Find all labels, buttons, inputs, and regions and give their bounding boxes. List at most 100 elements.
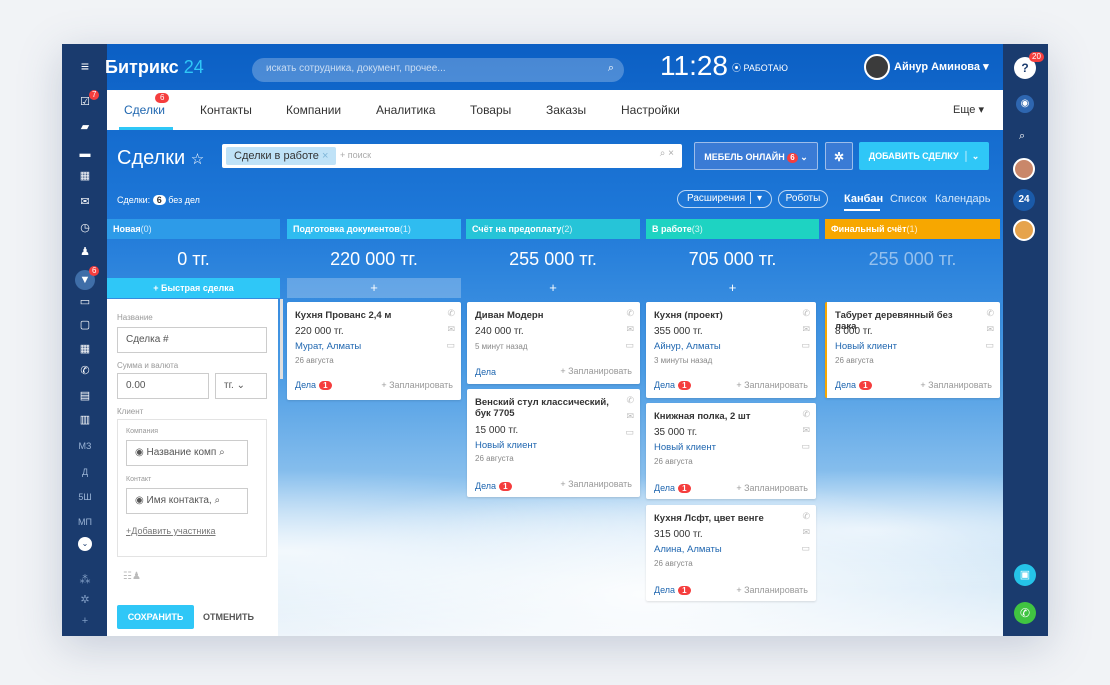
phone-icon[interactable]: ✆ [802,511,810,522]
tab-companies[interactable]: Компании [286,103,341,117]
quick-deal-button[interactable]: + Быстрая сделка [107,278,280,298]
card-title[interactable]: Диван Модерн [475,310,614,321]
deal-card[interactable]: Кухня Прованс 2,4 м ✆ ✉ ▭ 220 000 тг. Мура… [287,302,461,400]
card-plan-button[interactable]: + Запланировать [736,585,808,595]
column-header-docs[interactable]: Подготовка документов(1) [287,219,461,239]
contact-input[interactable]: ◉ Имя контакта, ⌕ [126,488,248,514]
card-client-link[interactable]: Алина, Алматы [654,544,722,555]
currency-select[interactable]: тг. ⌄ [215,373,267,399]
view-calendar[interactable]: Календарь [935,193,991,205]
save-button[interactable]: СОХРАНИТЬ [117,605,194,629]
form-scrollbar[interactable] [280,299,283,379]
card-title[interactable]: Кухня Лсфт, цвет венге [654,513,790,524]
global-search[interactable]: искать сотрудника, документ, прочее... ⌕ [252,58,624,82]
call-icon[interactable]: ✆ [1014,602,1036,624]
work-status[interactable]: ⦿ РАБОТАЮ [732,61,788,74]
search-input[interactable]: искать сотрудника, документ, прочее... [266,63,446,74]
deal-card[interactable]: Кухня Лсфт, цвет венге ✆ ✉ ▭ 315 000 тг. А… [646,505,816,601]
chat-icon[interactable]: ▭ [985,340,994,351]
chip-close-icon[interactable]: × [322,150,328,162]
open-lines-icon[interactable]: ▣ [1014,564,1036,586]
add-icon[interactable]: + [78,615,92,627]
bitrix24-icon[interactable]: 24 [1013,189,1035,211]
sum-input[interactable]: 0.00 [117,373,209,399]
add-participant-link[interactable]: +Добавить участника [126,526,216,536]
add-card-docs[interactable]: + [287,278,461,298]
search-icon[interactable]: ⌕ [608,62,614,75]
filter-search-icon[interactable]: ⌕ × [660,148,674,159]
card-plan-button[interactable]: + Запланировать [920,380,992,390]
tab-products[interactable]: Товары [470,103,511,117]
shop-icon[interactable]: ▭ [78,296,92,308]
settings-gear-icon[interactable]: ✲ [78,594,92,606]
phone-icon[interactable]: ✆ [626,395,634,406]
furniture-online-button[interactable]: МЕБЕЛЬ ОНЛАЙН 6 ⌄ [694,142,818,170]
more-chevron-icon[interactable]: ⌄ [78,537,92,551]
notifications-icon[interactable]: ◉ [1016,95,1034,113]
card-title[interactable]: Кухня (проект) [654,310,790,321]
column-header-prepay[interactable]: Счёт на предоплату(2) [466,219,640,239]
chat-icon[interactable]: ▰ [78,121,92,133]
contact-card-icon[interactable]: ▤ [78,390,92,402]
add-card-prepay[interactable]: + [466,278,640,298]
extensions-button[interactable]: Расширения │ ▾ [677,190,772,208]
sidebar-item-d[interactable]: Д [71,466,99,478]
filter-search-input[interactable]: + поиск [340,150,371,160]
deal-card[interactable]: Диван Модерн ✆ ✉ ▭ 240 000 тг. 5 минут наз… [467,302,640,384]
card-activities[interactable]: Дела 1 [654,380,691,390]
mail-icon[interactable]: ✉ [626,324,634,335]
sidebar-item-mz[interactable]: МЗ [71,440,99,452]
mail-icon[interactable]: ✉ [802,324,810,335]
phone-icon[interactable]: ✆ [802,308,810,319]
users-icon[interactable]: ♟ [78,246,92,258]
chat-icon[interactable]: ▭ [625,427,634,438]
sidebar-item-5sh[interactable]: 5Ш [71,491,99,503]
card-client-link[interactable]: Новый клиент [475,440,537,451]
tab-orders[interactable]: Заказы [546,103,586,117]
add-deal-button[interactable]: ДОБАВИТЬ СДЕЛКУ │ ⌄ [859,142,989,170]
card-plan-button[interactable]: + Запланировать [736,483,808,493]
card-client-link[interactable]: Новый клиент [654,442,716,453]
deal-card[interactable]: Книжная полка, 2 шт ✆ ✉ ▭ 35 000 тг. Новый… [646,403,816,499]
deal-card[interactable]: Венский стул классический, бук 7705 ✆ ✉ ▭ … [467,389,640,497]
chat-icon[interactable]: ▭ [801,543,810,554]
cancel-button[interactable]: ОТМЕНИТЬ [203,612,254,622]
sidebar-item-mp[interactable]: МП [71,516,99,528]
column-header-in-work[interactable]: В работе(3) [646,219,819,239]
phone-icon[interactable]: ✆ [626,308,634,319]
phone-icon[interactable]: ✆ [802,409,810,420]
avatar-contact-2[interactable] [1013,219,1035,241]
card-client-link[interactable]: Новый клиент [835,341,897,352]
drive-icon[interactable]: ▬ [78,148,92,160]
card-title[interactable]: Книжная полка, 2 шт [654,411,790,422]
chat-icon[interactable]: ▭ [446,340,455,351]
card-activities[interactable]: Дела 1 [475,481,512,491]
menu-icon[interactable]: ≡ [78,59,92,73]
card-client-link[interactable]: Айнур, Алматы [654,341,721,352]
avatar-contact-1[interactable] [1013,158,1035,180]
tab-more[interactable]: Еще ▾ [953,103,984,116]
filter-box[interactable]: Сделки в работе × + поиск ⌕ × [222,144,682,168]
mail-icon[interactable]: ✉ [78,196,92,208]
window-icon[interactable]: ▢ [78,319,92,331]
phone-icon[interactable]: ✆ [78,365,92,377]
mail-icon[interactable]: ✉ [986,324,994,335]
view-list[interactable]: Список [890,193,927,205]
search-icon[interactable]: ⌕ [1019,130,1025,143]
card-plan-button[interactable]: + Запланировать [560,479,632,489]
phone-icon[interactable]: ✆ [447,308,455,319]
avatar[interactable] [864,54,890,80]
tab-settings[interactable]: Настройки [621,103,680,117]
chat-icon[interactable]: ▭ [625,340,634,351]
card-plan-button[interactable]: + Запланировать [736,380,808,390]
robots-button[interactable]: Роботы [778,190,828,208]
tab-contacts[interactable]: Контакты [200,103,252,117]
view-kanban[interactable]: Канбан [844,193,883,205]
card-plan-button[interactable]: + Запланировать [560,366,632,376]
add-card-in-work[interactable]: + [646,278,819,298]
mail-icon[interactable]: ✉ [447,324,455,335]
chat-icon[interactable]: ▭ [801,441,810,452]
settings-gear-icon[interactable]: ✲ [825,142,853,170]
card-activities[interactable]: Дела 1 [835,380,872,390]
card-title[interactable]: Венский стул классический, бук 7705 [475,397,614,419]
